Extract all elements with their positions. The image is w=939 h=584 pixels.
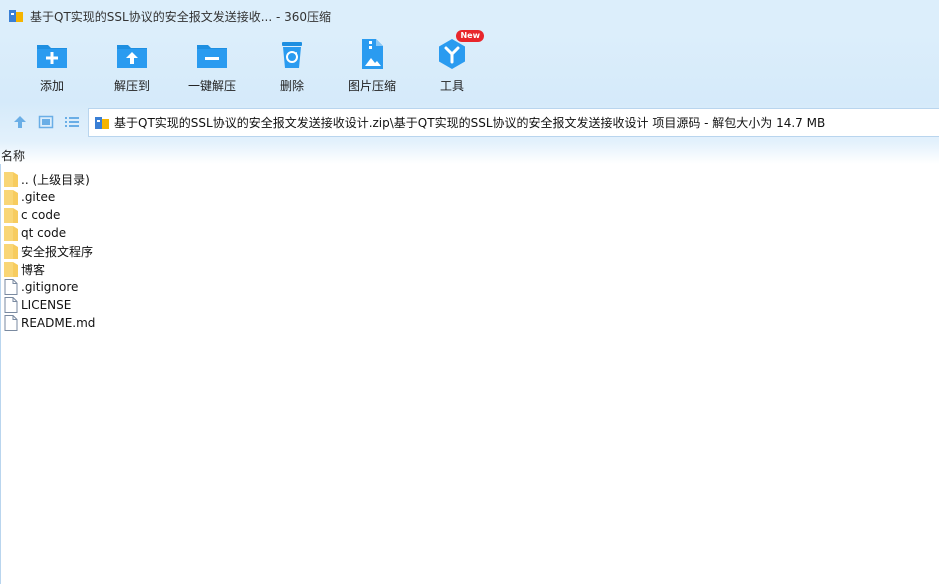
- recycle-bin-icon: [274, 36, 310, 72]
- list-item-folder[interactable]: 安全报文程序: [4, 242, 404, 260]
- folder-icon: [4, 207, 18, 223]
- address-bar: 基于QT实现的SSL协议的安全报文发送接收设计.zip\基于QT实现的SSL协议…: [0, 102, 939, 142]
- one-click-extract-button[interactable]: 一键解压: [172, 36, 252, 98]
- list-item-folder[interactable]: c code: [4, 206, 404, 224]
- list-item-parent-dir[interactable]: .. (上级目录): [4, 170, 404, 188]
- add-folder-icon: [34, 36, 70, 72]
- list-item-file[interactable]: README.md: [4, 314, 404, 332]
- tools-icon: New: [434, 30, 484, 72]
- tools-label: 工具: [439, 79, 464, 93]
- path-text: 基于QT实现的SSL协议的安全报文发送接收设计.zip\基于QT实现的SSL协议…: [114, 116, 826, 130]
- list-item-folder[interactable]: qt code: [4, 224, 404, 242]
- file-name: .. (上级目录): [21, 172, 90, 187]
- folder-icon: [4, 225, 18, 241]
- file-name: c code: [21, 208, 61, 222]
- document-icon: [4, 279, 18, 295]
- list-view-icon[interactable]: [64, 114, 80, 130]
- file-name: README.md: [21, 316, 96, 330]
- list-left-border: [0, 164, 1, 584]
- file-name: .gitee: [21, 190, 56, 204]
- zip-archive-icon: [94, 115, 110, 131]
- toolbar: 添加 解压到 一键解压 删除 图片压缩 New 工具: [0, 30, 939, 102]
- list-item-folder[interactable]: .gitee: [4, 188, 404, 206]
- path-field[interactable]: 基于QT实现的SSL协议的安全报文发送接收设计.zip\基于QT实现的SSL协议…: [88, 108, 939, 137]
- file-name: .gitignore: [21, 280, 79, 294]
- delete-label: 删除: [279, 79, 304, 93]
- folder-icon: [4, 171, 18, 187]
- file-name: qt code: [21, 226, 67, 240]
- window-title: 基于QT实现的SSL协议的安全报文发送接收... - 360压缩: [30, 9, 332, 24]
- file-name: LICENSE: [21, 298, 72, 312]
- list-item-file[interactable]: .gitignore: [4, 278, 404, 296]
- app-window: 基于QT实现的SSL协议的安全报文发送接收... - 360压缩 添加 解压到 …: [0, 0, 939, 584]
- list-item-file[interactable]: LICENSE: [4, 296, 404, 314]
- document-icon: [4, 297, 18, 313]
- extract-to-label: 解压到: [113, 79, 150, 93]
- image-compress-button[interactable]: 图片压缩: [332, 36, 412, 98]
- thumbnail-view-icon[interactable]: [38, 114, 54, 130]
- extract-to-button[interactable]: 解压到: [92, 36, 172, 98]
- file-name: 安全报文程序: [21, 244, 94, 259]
- document-icon: [4, 315, 18, 331]
- app-logo-icon: [8, 8, 24, 24]
- file-list: .. (上级目录) .gitee c code qt code 安全报文程序 博…: [4, 170, 404, 332]
- image-compress-label: 图片压缩: [347, 79, 396, 93]
- folder-icon: [4, 261, 18, 277]
- add-button[interactable]: 添加: [12, 36, 92, 98]
- list-item-folder[interactable]: 博客: [4, 260, 404, 278]
- one-click-extract-label: 一键解压: [187, 79, 236, 93]
- one-click-extract-icon: [194, 36, 230, 72]
- folder-icon: [4, 189, 18, 205]
- image-compress-icon: [354, 36, 390, 72]
- up-arrow-icon[interactable]: [12, 114, 28, 130]
- header-gradient: [0, 142, 939, 164]
- delete-button[interactable]: 删除: [252, 36, 332, 98]
- new-badge: New: [456, 30, 484, 42]
- folder-icon: [4, 243, 18, 259]
- extract-to-icon: [114, 36, 150, 72]
- file-name: 博客: [21, 262, 46, 277]
- tools-button[interactable]: New 工具: [412, 30, 492, 98]
- column-header-name[interactable]: 名称: [0, 147, 25, 164]
- add-button-label: 添加: [39, 79, 64, 93]
- title-bar[interactable]: 基于QT实现的SSL协议的安全报文发送接收... - 360压缩: [0, 0, 939, 32]
